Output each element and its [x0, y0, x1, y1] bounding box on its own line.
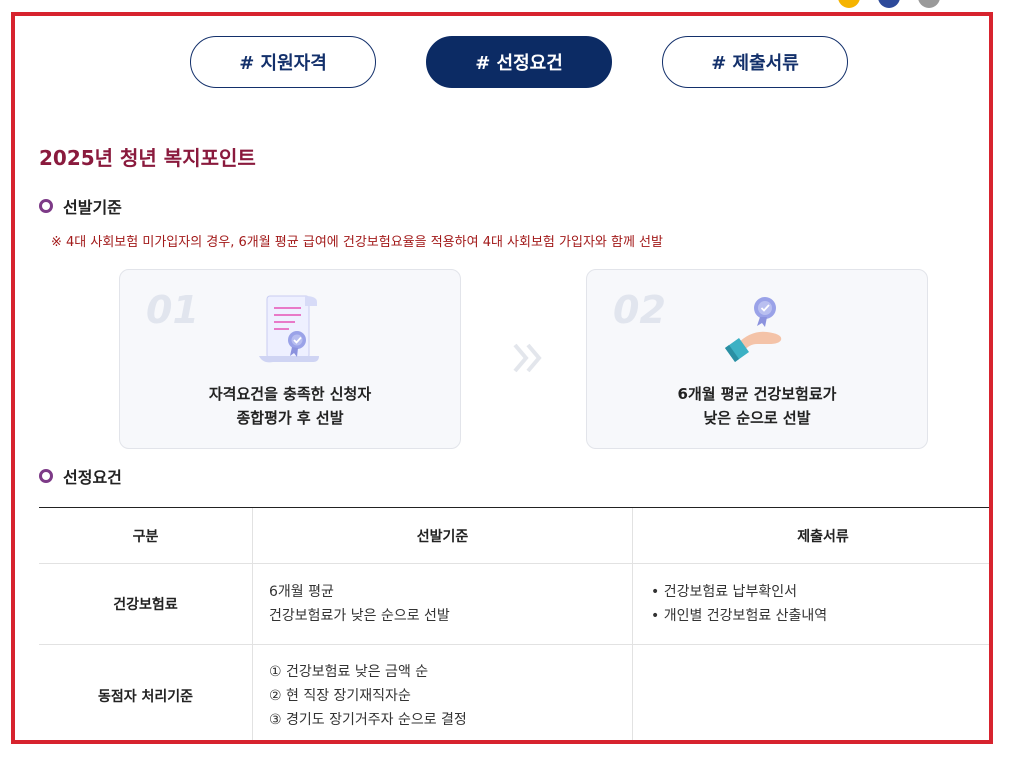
step-line: 낮은 순으로 선발: [703, 409, 811, 427]
column-header: 구분: [39, 507, 253, 564]
notice-text: ※ 4대 사회보험 미가입자의 경우, 6개월 평균 급여에 건강보험요율을 적…: [51, 235, 663, 250]
document-item: • 건강보험료 납부확인서: [651, 584, 797, 600]
blue-dot-icon: [878, 0, 900, 8]
documents-cell: • 건강보험료 납부확인서 • 개인별 건강보험료 산출내역: [632, 563, 989, 645]
documents-cell: [632, 644, 989, 740]
section-title: 선발기준: [63, 198, 122, 217]
step-line: 6개월 평균 건강보험료가: [677, 385, 837, 403]
table-row: 동점자 처리기준 ① 건강보험료 낮은 금액 순 ② 현 직장 장기재직자순 ③…: [39, 644, 989, 740]
category-cell: 건강보험료: [39, 563, 253, 645]
yellow-dot-icon: [838, 0, 860, 8]
column-header: 선발기준: [252, 507, 633, 564]
step-description: 자격요건을 충족한 신청자 종합평가 후 선발: [120, 382, 460, 430]
criteria-line: 건강보험료가 낮은 순으로 선발: [269, 608, 450, 624]
step-line: 자격요건을 충족한 신청자: [208, 385, 372, 403]
criteria-line: ② 현 직장 장기재직자순: [269, 688, 411, 704]
criteria-line: ③ 경기도 장기거주자 순으로 결정: [269, 712, 467, 728]
requirements-heading: 선정요건: [39, 464, 122, 488]
category-cell: 동점자 처리기준: [39, 644, 253, 740]
circle-bullet-icon: [39, 469, 53, 483]
criteria-cell: 6개월 평균 건강보험료가 낮은 순으로 선발: [252, 563, 633, 645]
tab-required-documents[interactable]: # 제출서류: [662, 36, 848, 88]
step-card-1: 01 자격요건을 충족한 신청자 종합평가 후 선발: [119, 269, 461, 449]
gray-dot-icon: [918, 0, 940, 8]
selection-criteria-heading: 선발기준: [39, 194, 122, 218]
hand-holding-badge-icon: [719, 292, 795, 372]
tab-selection-requirements[interactable]: # 선정요건: [426, 36, 612, 88]
double-chevron-right-icon: [511, 341, 545, 379]
criteria-line: ① 건강보험료 낮은 금액 순: [269, 664, 429, 680]
certificate-document-icon: [255, 290, 325, 374]
tab-bar: # 지원자격 # 선정요건 # 제출서류: [190, 36, 848, 88]
step-description: 6개월 평균 건강보험료가 낮은 순으로 선발: [587, 382, 927, 430]
table-row: 건강보험료 6개월 평균 건강보험료가 낮은 순으로 선발 • 건강보험료 납부…: [39, 563, 989, 645]
section-title: 선정요건: [63, 468, 122, 487]
content-frame: # 지원자격 # 선정요건 # 제출서류 2025년 청년 복지포인트 선발기준…: [11, 12, 993, 744]
requirements-table: 구분 선발기준 제출서류 건강보험료 6개월 평균 건강보험료가 낮은 순으로 …: [39, 507, 989, 740]
step-number: 01: [146, 288, 199, 332]
criteria-line: 6개월 평균: [269, 584, 334, 600]
table-header-row: 구분 선발기준 제출서류: [39, 507, 989, 564]
document-item: • 개인별 건강보험료 산출내역: [651, 608, 828, 624]
step-number: 02: [613, 288, 666, 332]
step-line: 종합평가 후 선발: [236, 409, 344, 427]
circle-bullet-icon: [39, 199, 53, 213]
step-card-2: 02 6개월 평균 건강보험료가 낮은 순으로 선발: [586, 269, 928, 449]
criteria-cell: ① 건강보험료 낮은 금액 순 ② 현 직장 장기재직자순 ③ 경기도 장기거주…: [252, 644, 633, 740]
page-title: 2025년 청년 복지포인트: [39, 146, 256, 170]
tab-eligibility[interactable]: # 지원자격: [190, 36, 376, 88]
column-header: 제출서류: [632, 507, 989, 564]
top-decorative-dots: [838, 0, 940, 8]
